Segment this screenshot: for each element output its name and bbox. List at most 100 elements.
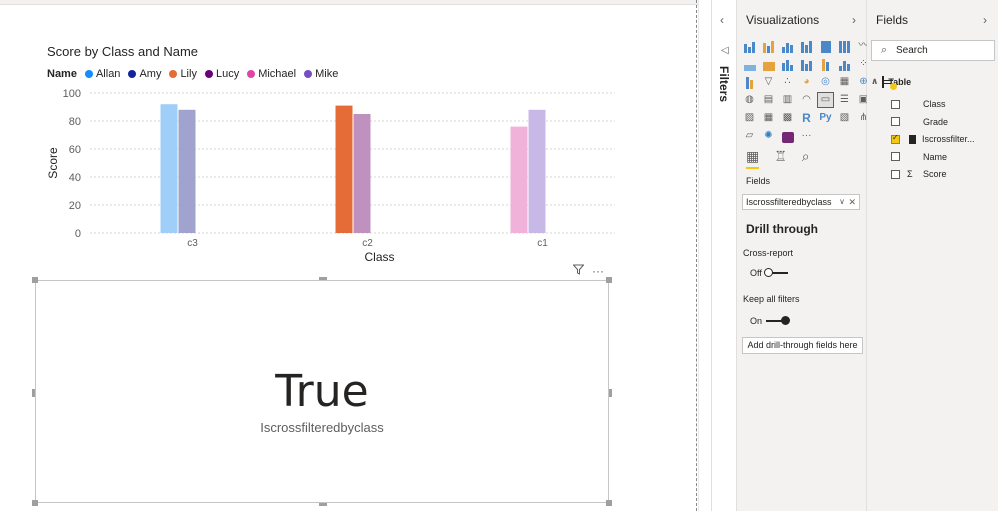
waterfall-chart-icon[interactable] — [837, 57, 852, 71]
legend-item-allan[interactable]: Allan — [84, 68, 120, 80]
collapse-chevron-icon[interactable]: › — [983, 13, 987, 27]
sigma-icon: Σ — [907, 169, 913, 179]
chevron-down-icon[interactable]: ∨ — [839, 195, 845, 209]
table-node[interactable]: ∧ Table — [871, 75, 911, 90]
card-visual-icon[interactable]: ▭ — [817, 92, 834, 108]
gauge-icon[interactable]: ◠ — [799, 93, 814, 107]
bar-c2-lucy[interactable] — [353, 114, 371, 233]
stacked-area-chart-icon[interactable] — [761, 57, 776, 71]
x-tick-label: c2 — [362, 238, 373, 249]
field-item-class[interactable]: Class — [891, 99, 946, 109]
bar-c3-allan[interactable] — [160, 104, 178, 233]
resize-handle[interactable] — [606, 500, 612, 506]
resize-handle[interactable] — [319, 277, 327, 280]
area-chart-icon[interactable] — [742, 57, 757, 71]
ribbon-chart-icon[interactable] — [818, 57, 833, 71]
legend-marker — [128, 70, 137, 78]
pie-chart-icon[interactable] — [742, 75, 757, 89]
legend-item-mike[interactable]: Mike — [304, 68, 338, 80]
visualizations-pane: Visualizations › 〰 ⁘ ▽ ∴ ◕ ◎ ▦ ⊕ ◍ ▤ ▥ ◠… — [737, 0, 869, 511]
100-stacked-column-icon[interactable] — [837, 39, 852, 53]
legend-label: Amy — [139, 68, 162, 80]
more-visuals-icon[interactable]: ··· — [799, 129, 814, 143]
resize-handle[interactable] — [609, 389, 612, 397]
bar-c1-mike[interactable] — [528, 109, 546, 233]
cross-report-toggle[interactable]: Off — [750, 268, 788, 278]
add-drill-through-fields[interactable]: Add drill-through fields here — [742, 337, 863, 354]
qna-icon[interactable]: ▱ — [742, 129, 757, 143]
keep-filters-label: Keep all filters — [743, 294, 800, 304]
format-paint-roller-icon[interactable]: ♖ — [774, 148, 787, 169]
shape-map-icon[interactable]: ▥ — [780, 93, 795, 107]
field-item-grade[interactable]: Grade — [891, 117, 948, 127]
pie-icon[interactable]: ◕ — [799, 75, 814, 89]
scatter-plot-icon[interactable]: ∴ — [780, 75, 795, 89]
field-checkbox[interactable] — [891, 152, 900, 161]
line-stacked-column-icon[interactable] — [799, 57, 814, 71]
bar-c2-lily[interactable] — [335, 105, 353, 233]
collapse-chevron-icon[interactable]: › — [852, 13, 856, 27]
visualizations-title: Visualizations — [746, 13, 820, 27]
fields-tab-icon[interactable]: ▦ — [746, 148, 760, 169]
table-visual-icon[interactable]: ▦ — [761, 111, 776, 125]
visual-header-tools: ··· — [572, 264, 604, 278]
resize-handle[interactable] — [32, 389, 35, 397]
resize-handle[interactable] — [32, 277, 38, 283]
field-item-score[interactable]: Σ Score — [891, 169, 947, 179]
legend-item-michael[interactable]: Michael — [247, 68, 296, 80]
python-visual-icon[interactable]: Py — [818, 111, 833, 125]
arcgis-icon[interactable]: ✺ — [761, 129, 776, 143]
resize-handle[interactable] — [606, 277, 612, 283]
keep-filters-toggle[interactable]: On — [750, 316, 791, 326]
field-checkbox[interactable] — [891, 99, 900, 109]
field-item-name[interactable]: Name — [891, 152, 947, 162]
cross-report-label: Cross-report — [743, 248, 794, 258]
funnel-chart-icon[interactable]: ▽ — [761, 75, 776, 89]
remove-field-icon[interactable]: ✕ — [848, 195, 856, 209]
analytics-magnifier-icon[interactable]: ⌕ — [802, 148, 810, 169]
key-influencers-icon[interactable]: ▧ — [837, 111, 852, 125]
card-visual[interactable]: True Iscrossfilteredbyclass — [32, 277, 612, 506]
bar-c3-amy[interactable] — [178, 109, 196, 233]
expand-chevron-icon[interactable]: ‹ — [720, 13, 724, 27]
legend-item-amy[interactable]: Amy — [128, 68, 161, 80]
legend-label: Lucy — [215, 68, 240, 80]
field-checkbox[interactable] — [891, 133, 900, 144]
field-checkbox[interactable] — [891, 117, 900, 126]
r-visual-icon[interactable]: R — [799, 111, 814, 125]
filters-pane-collapsed[interactable]: ‹ ◁ Filters — [711, 0, 737, 511]
legend-item-lucy[interactable]: Lucy — [204, 68, 240, 80]
search-icon: ⌕ — [881, 44, 888, 56]
clustered-bar-chart-icon[interactable] — [780, 39, 795, 53]
donut-chart-icon[interactable]: ◎ — [818, 75, 833, 89]
filled-map-icon[interactable]: ▤ — [761, 93, 776, 107]
100-stacked-bar-icon[interactable] — [818, 39, 833, 53]
field-item-iscrossfilter[interactable]: Iscrossfilter... — [891, 133, 975, 144]
multi-row-card-icon[interactable]: ☰ — [837, 93, 852, 107]
stacked-column-chart-icon[interactable] — [761, 39, 776, 53]
y-tick-label: 80 — [69, 116, 81, 128]
field-well[interactable]: Iscrossfilteredbyclass ∨ ✕ — [742, 194, 860, 210]
power-apps-icon[interactable] — [780, 129, 795, 143]
legend-item-lily[interactable]: Lily — [169, 68, 197, 80]
stacked-bar-chart-icon[interactable] — [742, 39, 757, 53]
clustered-column-chart[interactable]: 0 20 40 60 80 100 c3 c2 c1 Class Score — [40, 83, 620, 268]
field-name: Grade — [923, 116, 949, 127]
field-checkbox[interactable] — [891, 169, 900, 179]
clustered-column-chart-icon[interactable] — [799, 39, 814, 53]
line-column-icon[interactable] — [780, 57, 795, 71]
chevron-down-icon[interactable]: ∧ — [871, 76, 878, 87]
globe-map-icon[interactable]: ◍ — [742, 93, 757, 107]
bar-c1-michael[interactable] — [510, 126, 528, 233]
matrix-icon[interactable]: ▩ — [780, 111, 795, 125]
report-canvas[interactable]: Score by Class and Name Name Allan Amy Lil… — [0, 5, 698, 511]
filter-icon[interactable] — [572, 264, 585, 278]
resize-handle[interactable] — [32, 500, 38, 506]
filters-label[interactable]: Filters — [717, 66, 731, 102]
search-input[interactable]: ⌕ Search — [871, 40, 995, 61]
y-tick-label: 20 — [69, 200, 81, 212]
more-options-icon[interactable]: ··· — [592, 264, 604, 278]
treemap-icon[interactable]: ▦ — [837, 75, 852, 89]
slicer-icon[interactable]: ▨ — [742, 111, 757, 125]
resize-handle[interactable] — [319, 503, 327, 506]
